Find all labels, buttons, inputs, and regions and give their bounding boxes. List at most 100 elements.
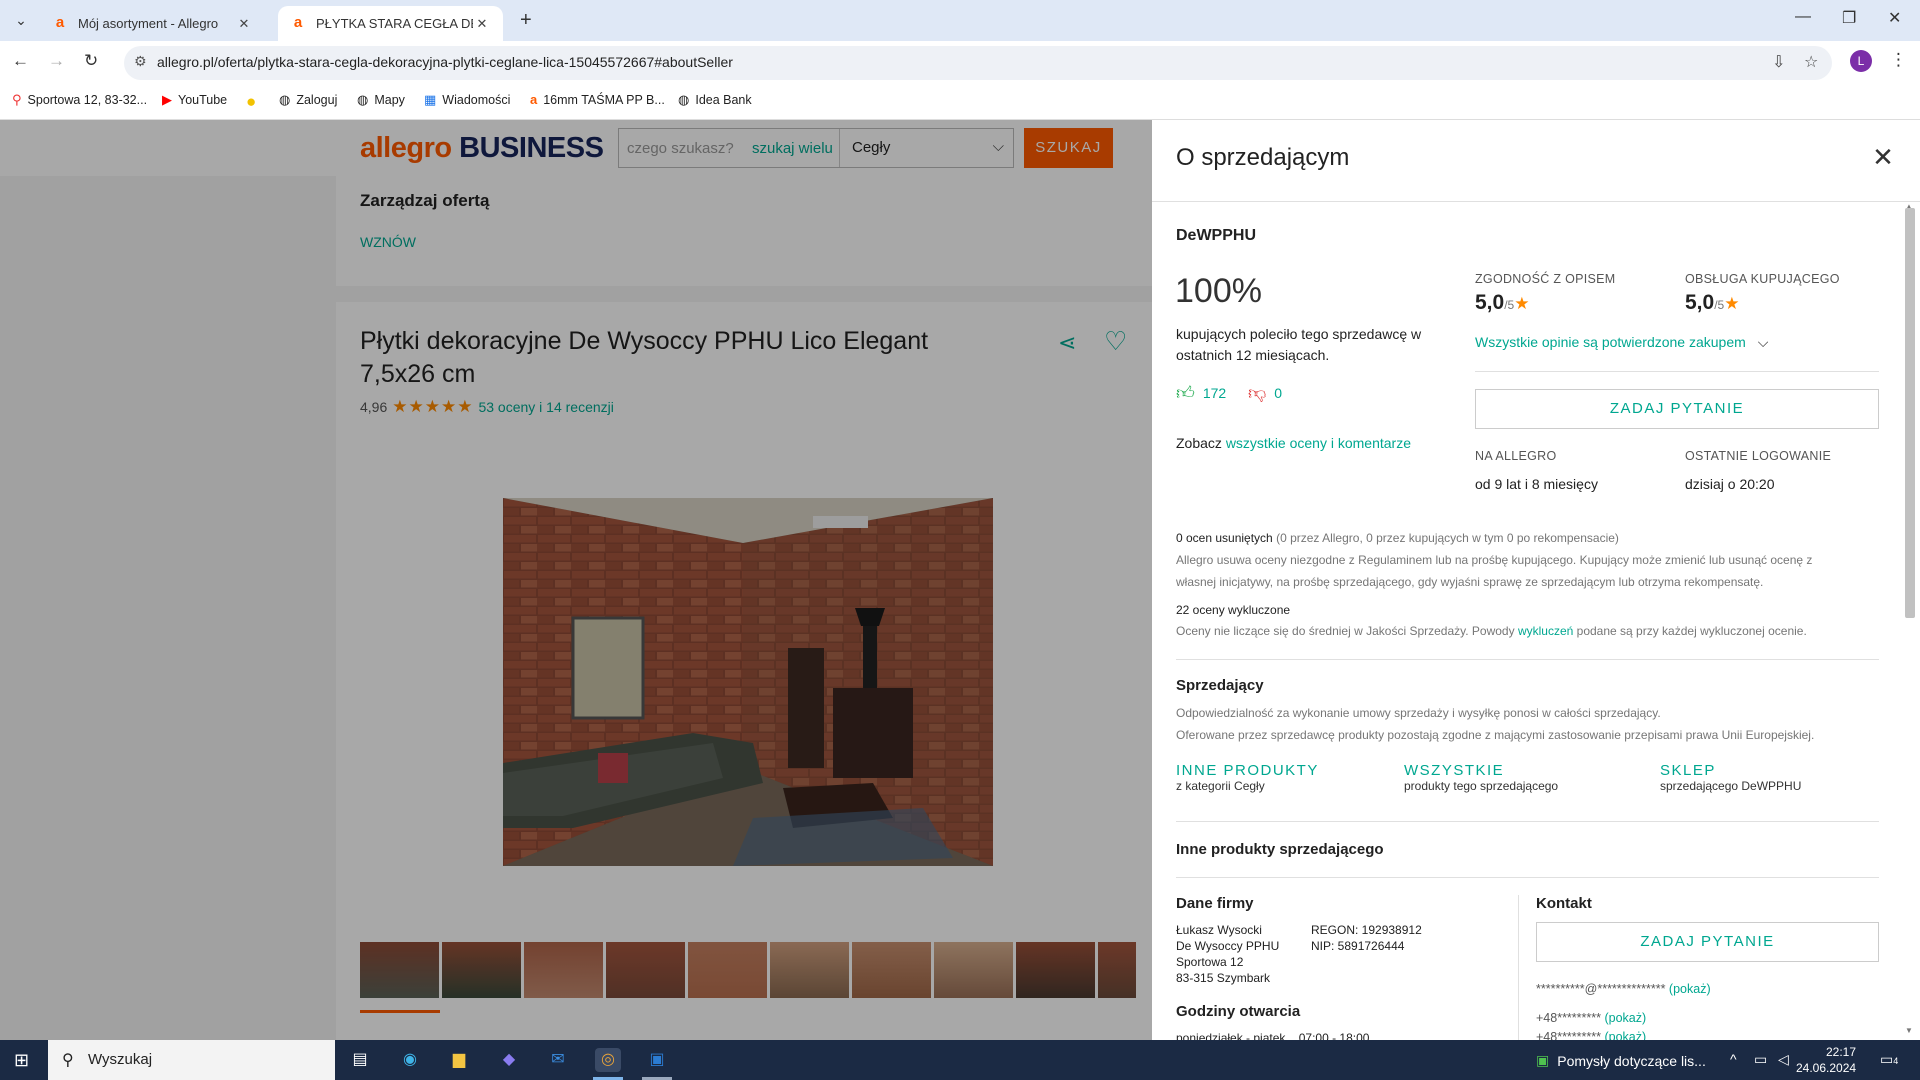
map-pin-icon: ⚲: [12, 92, 22, 107]
close-tab-icon[interactable]: ✕: [235, 16, 253, 32]
globe-icon: ◍: [279, 92, 291, 107]
profile-avatar[interactable]: L: [1850, 50, 1872, 72]
tab-search-dropdown-icon[interactable]: ⌄: [8, 8, 34, 32]
verified-reviews-toggle[interactable]: Wszystkie opinie są potwierdzone zakupem…: [1475, 334, 1768, 351]
excluded-ratings: 22 oceny wykluczone: [1176, 603, 1291, 617]
search-icon: ⚲: [62, 1052, 74, 1069]
positive-count: 👍︎ 172: [1176, 383, 1227, 403]
company-ids: REGON: 192938912 NIP: 5891726444: [1311, 923, 1422, 953]
edge-icon[interactable]: ◉: [397, 1048, 423, 1072]
file-explorer-icon[interactable]: ▆: [446, 1048, 472, 1072]
divider: [1176, 821, 1879, 822]
star-icon: ★: [1724, 294, 1740, 313]
globe-icon: ◍: [678, 92, 690, 107]
chrome-icon[interactable]: ◎: [595, 1048, 621, 1072]
seller-name: DeWPPHU: [1176, 227, 1257, 244]
contact-phone-2: +48********* (pokaż): [1536, 1030, 1646, 1040]
about-seller-panel: O sprzedającym ✕ DeWPPHU 100% kupujących…: [1152, 120, 1920, 1040]
taskbar-search[interactable]: ⚲ Wyszukaj: [48, 1040, 335, 1080]
word-document-icon[interactable]: ▣: [644, 1048, 670, 1072]
windows-start-icon[interactable]: ⊞: [14, 1050, 29, 1071]
all-products-link[interactable]: WSZYSTKIE produkty tego sprzedającego: [1404, 762, 1558, 793]
divider: [1176, 659, 1879, 660]
battery-icon[interactable]: ▭: [1754, 1051, 1767, 1068]
bookmark-zaloguj[interactable]: ◍ Zaloguj: [279, 92, 337, 108]
seller-responsibility: Odpowiedzialność za wykonanie umowy sprz…: [1176, 706, 1661, 720]
tray-chevron-icon[interactable]: ^: [1730, 1051, 1737, 1067]
url-text[interactable]: allegro.pl/oferta/plytka-stara-cegla-dek…: [157, 54, 733, 70]
bookmark-sportowa[interactable]: ⚲ Sportowa 12, 83-32...: [12, 92, 147, 108]
divider: [1475, 371, 1879, 372]
show-email-link[interactable]: (pokaż): [1669, 982, 1711, 996]
youtube-icon: ▶: [162, 92, 172, 107]
install-app-icon[interactable]: ⇩: [1772, 52, 1785, 72]
green-app-icon: ▣: [1536, 1052, 1550, 1068]
ask-question-button[interactable]: ZADAJ PYTANIE: [1475, 389, 1879, 429]
panel-title: O sprzedającym: [1176, 144, 1350, 171]
removed-ratings: 0 ocen usuniętych (0 przez Allegro, 0 pr…: [1176, 531, 1619, 545]
show-phone-link[interactable]: (pokaż): [1604, 1011, 1646, 1025]
service-score-label: OBSŁUGA KUPUJĄCEGO: [1685, 272, 1840, 286]
contact-email: **********@************** (pokaż): [1536, 982, 1711, 996]
task-view-icon[interactable]: ▤: [347, 1048, 373, 1072]
show-phone-link[interactable]: (pokaż): [1604, 1030, 1646, 1040]
close-icon[interactable]: ✕: [1868, 142, 1898, 173]
bookmark-star-icon[interactable]: ☆: [1804, 52, 1818, 72]
windows-taskbar: ⊞ ⚲ Wyszukaj ▤ ◉ ▆ ◆ ✉ ◎ ▣ ▣ Pomysły dot…: [0, 1040, 1920, 1080]
contact-phone: +48********* (pokaż): [1536, 1011, 1647, 1025]
exclusions-link[interactable]: wykluczeń: [1518, 624, 1573, 638]
bookmark-mapy[interactable]: ◍ Mapy: [357, 92, 405, 108]
bookmark-idea-bank[interactable]: ◍ Idea Bank: [678, 92, 752, 108]
scroll-down-arrow-icon[interactable]: ▼: [1905, 1026, 1913, 1035]
minimize-icon[interactable]: —: [1795, 8, 1811, 26]
bookmark-wiadomosci[interactable]: ▦ Wiadomości: [424, 92, 510, 108]
shop-link[interactable]: SKLEP sprzedającego DeWPPHU: [1660, 762, 1801, 793]
close-window-icon[interactable]: ✕: [1888, 8, 1901, 28]
taskbar-clock[interactable]: 22:17 24.06.2024: [1796, 1044, 1856, 1076]
volume-icon[interactable]: ◁: [1778, 1051, 1789, 1068]
close-tab-icon[interactable]: ✕: [473, 16, 491, 32]
last-login-value: dzisiaj o 20:20: [1685, 476, 1775, 492]
app-icon[interactable]: ◆: [496, 1048, 522, 1072]
other-category-link[interactable]: INNE PRODUKTY z kategorii Cegły: [1176, 762, 1319, 793]
address-bar[interactable]: ⚙ allegro.pl/oferta/plytka-stara-cegla-d…: [124, 46, 1832, 80]
removed-info: własnej inicjatywy, na prośbę sprzedając…: [1176, 575, 1764, 589]
bookmarks-bar: ⚲ Sportowa 12, 83-32... ▶ YouTube ● ◍ Zalog…: [0, 84, 1920, 120]
company-title: Dane firmy: [1176, 895, 1254, 912]
desc-score-label: ZGODNOŚĆ Z OPISEM: [1475, 272, 1616, 286]
recommend-percent: 100%: [1175, 272, 1262, 310]
bookmark-yellow[interactable]: ●: [246, 92, 256, 112]
back-icon[interactable]: ←: [12, 51, 29, 71]
new-tab-icon[interactable]: +: [520, 9, 532, 32]
see-all-ratings: Zobacz wszystkie oceny i komentarze: [1176, 435, 1411, 451]
chevron-down-icon: ⌵: [1757, 334, 1769, 350]
all-ratings-link[interactable]: wszystkie oceny i komentarze: [1226, 435, 1411, 451]
page-content: allegro BUSINESS czego szukasz? szukaj w…: [0, 120, 1920, 1040]
news-icon: ▦: [424, 92, 437, 107]
excluded-info: Oceny nie liczące się do średniej w Jako…: [1176, 624, 1807, 638]
taskbar-notification[interactable]: ▣ Pomysły dotyczące lis...: [1536, 1052, 1706, 1069]
globe-icon: ◍: [357, 92, 369, 107]
menu-icon[interactable]: ⋮: [1890, 50, 1907, 70]
negative-count: 👎︎ 0: [1248, 383, 1283, 403]
browser-toolbar: ← → ↻ ⚙ allegro.pl/oferta/plytka-stara-c…: [0, 41, 1920, 84]
recommend-text: ostatnich 12 miesiącach.: [1176, 347, 1330, 363]
thumbs-down-icon: 👎︎: [1248, 383, 1267, 403]
panel-scrollbar-thumb[interactable]: [1905, 208, 1915, 618]
other-products-title[interactable]: Inne produkty sprzedającego: [1176, 841, 1384, 858]
bookmark-youtube[interactable]: ▶ YouTube: [162, 92, 227, 108]
tab-moj-asortyment[interactable]: a Mój asortyment - Allegro ✕: [40, 6, 265, 41]
forward-icon[interactable]: →: [48, 51, 65, 71]
restore-icon[interactable]: ❐: [1842, 8, 1856, 28]
reload-icon[interactable]: ↻: [84, 51, 98, 71]
tab-plytka[interactable]: a PŁYTKA STARA CEGŁA DEKORA ✕: [278, 6, 503, 41]
notification-center-icon[interactable]: ▭4: [1880, 1051, 1898, 1068]
modal-backdrop[interactable]: [0, 120, 1152, 1040]
allegro-icon: a: [530, 92, 538, 107]
site-info-icon[interactable]: ⚙: [134, 53, 147, 70]
contact-ask-button[interactable]: ZADAJ PYTANIE: [1536, 922, 1879, 962]
mail-icon[interactable]: ✉: [545, 1048, 571, 1072]
opening-hours: poniedziałek - piątek 07:00 - 18:00: [1176, 1031, 1370, 1040]
bookmark-tasma[interactable]: a 16mm TAŚMA PP B...: [530, 92, 665, 107]
panel-header: O sprzedającym ✕: [1152, 120, 1920, 202]
